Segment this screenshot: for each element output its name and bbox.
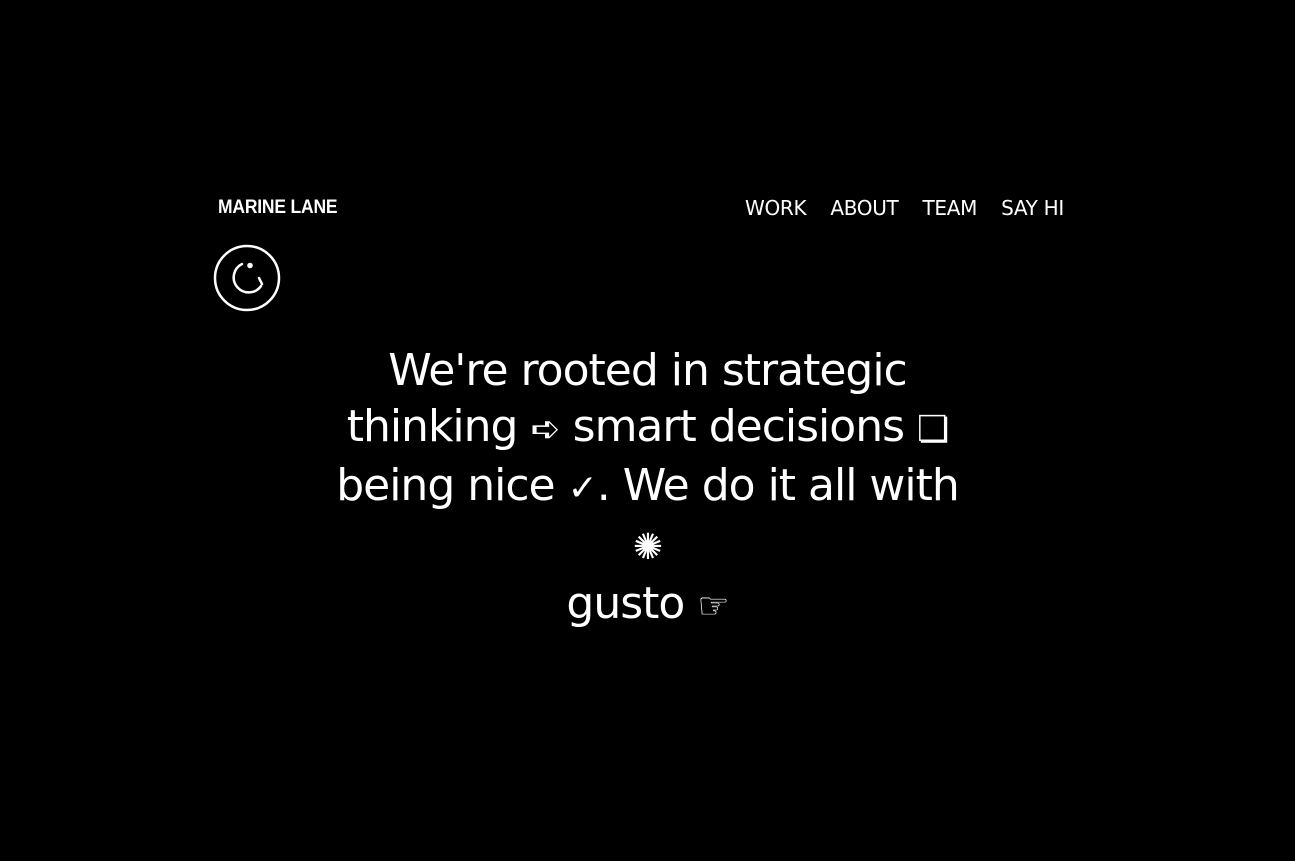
brand-wordmark[interactable]: MARINE LANE <box>218 197 338 219</box>
nav-say-hi-link[interactable]: SAY HI <box>1001 196 1064 220</box>
nav-team-link[interactable]: TEAM <box>922 196 977 220</box>
checkmark-icon: ✓ <box>567 468 598 509</box>
hero-line-1: We're rooted in strategic <box>388 345 907 396</box>
hero-statement: We're rooted in strategic thinking ➪ sma… <box>318 343 978 635</box>
nav-work-link[interactable]: WORK <box>745 196 807 220</box>
hero-text-thinking: thinking <box>346 401 519 452</box>
hero-section: We're rooted in strategic thinking ➪ sma… <box>0 343 1295 635</box>
square-box-icon: ❏ <box>917 409 949 450</box>
main-nav: WORK ABOUT TEAM SAY HI <box>745 196 1064 220</box>
starburst-icon: ✺ <box>632 527 663 568</box>
pointing-hand-icon: ☞ <box>697 586 729 627</box>
hero-text-we-do-it: . We do it all with <box>596 460 960 511</box>
hero-text-gusto: gusto <box>566 578 685 629</box>
arrow-right-icon: ➪ <box>530 409 560 450</box>
smiley-circle-icon[interactable] <box>213 244 281 312</box>
nav-about-link[interactable]: ABOUT <box>830 196 898 220</box>
hero-text-smart-decisions: smart decisions <box>572 401 905 452</box>
hero-text-being-nice: being nice <box>336 460 555 511</box>
